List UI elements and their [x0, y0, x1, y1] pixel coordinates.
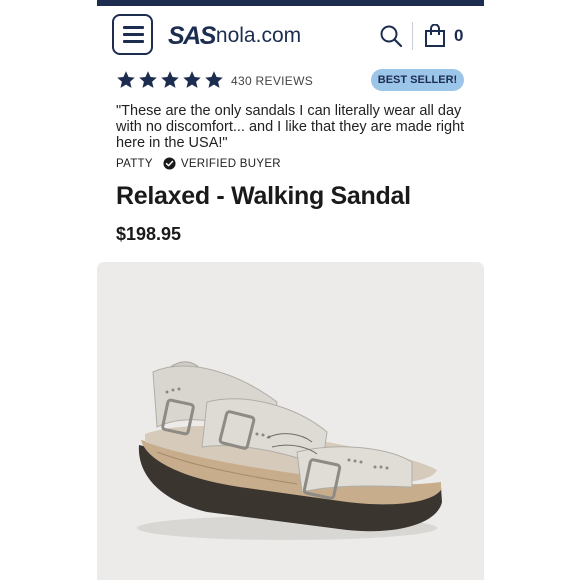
star-icon	[183, 71, 201, 88]
best-seller-badge: BEST SELLER!	[371, 69, 464, 91]
product-title: Relaxed - Walking Sandal	[116, 182, 411, 210]
verified-check-icon	[163, 157, 176, 170]
logo-domain: nola.com	[215, 24, 302, 47]
star-icon	[205, 71, 223, 88]
site-header: SAS nola.com 0	[97, 6, 484, 64]
menu-icon-line	[123, 40, 144, 43]
reviewer-name: PATTY	[116, 157, 153, 170]
verified-buyer-label: VERIFIED BUYER	[180, 157, 281, 170]
menu-icon-line	[123, 33, 144, 36]
reviewer-line: PATTY VERIFIED BUYER	[116, 157, 281, 170]
review-quote: "These are the only sandals I can litera…	[116, 103, 465, 151]
search-icon[interactable]	[379, 24, 403, 48]
shopping-bag-icon[interactable]	[424, 24, 446, 48]
reviews-link[interactable]: 430 REVIEWS	[231, 74, 313, 88]
menu-icon-line	[123, 26, 144, 29]
product-price: $198.95	[116, 224, 182, 244]
site-logo[interactable]: SAS nola.com	[168, 22, 301, 50]
cart-count[interactable]: 0	[454, 26, 463, 46]
logo-brand: SAS	[168, 21, 216, 50]
menu-button[interactable]	[112, 14, 153, 55]
star-icon	[161, 71, 179, 88]
rating-stars[interactable]	[116, 70, 224, 90]
sandal-image[interactable]	[97, 262, 484, 580]
header-divider	[412, 22, 413, 50]
product-image-panel[interactable]	[97, 262, 484, 580]
star-icon	[117, 71, 135, 88]
star-icon	[139, 71, 157, 88]
